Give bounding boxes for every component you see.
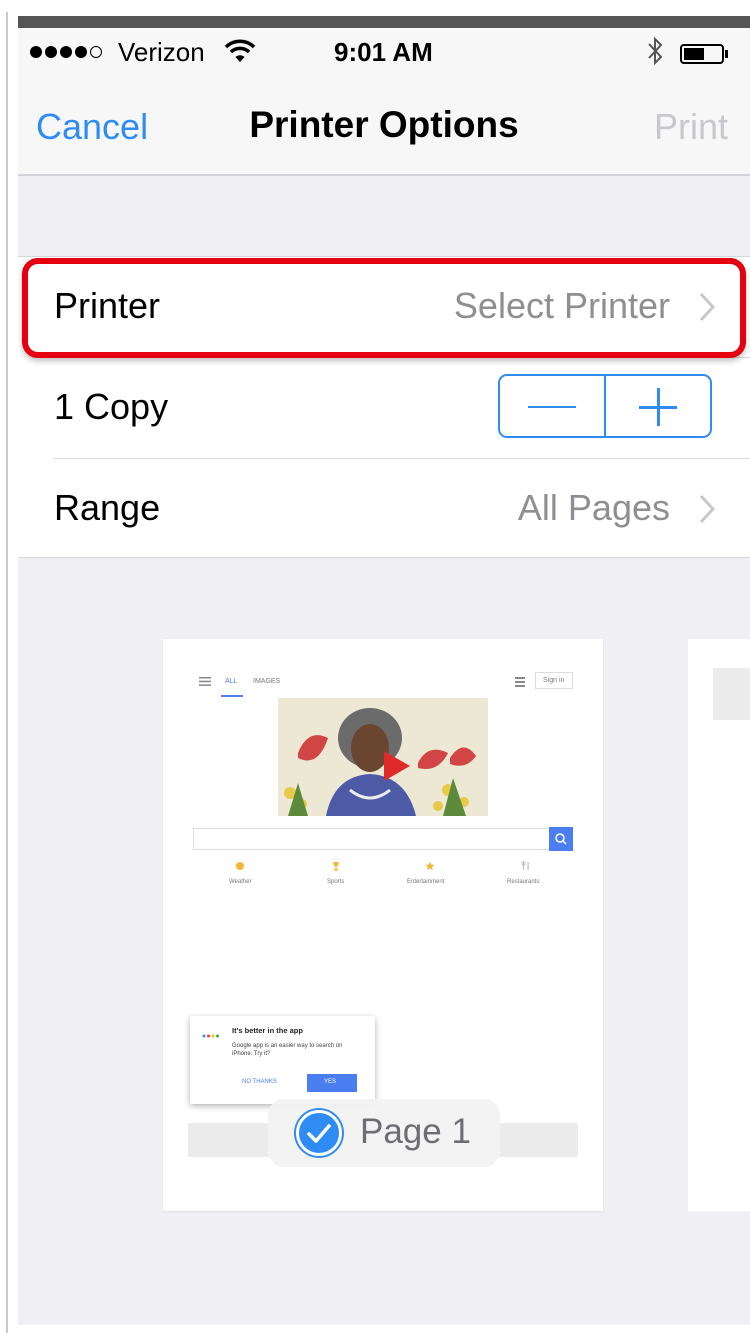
trophy-icon [333,862,339,871]
search-icon [555,833,567,845]
bluetooth-icon [648,36,663,66]
google-dots-icon [202,1034,219,1038]
printer-row-highlight [22,258,746,358]
range-value: All Pages [517,487,670,528]
popup-body: Google app is an easier way to search on… [232,1043,343,1057]
range-row[interactable]: Range All Pages [18,459,750,559]
tab-indicator [221,695,243,697]
app-promo-popup: It's better in the app Google app is an … [190,1016,375,1104]
page-selection-pill[interactable]: Page 1 [268,1099,500,1167]
mini-tab-images: IMAGES [253,678,281,685]
signal-strength-icon [30,46,102,58]
top-bar [18,16,750,28]
mini-sign-in-button: Sign in [535,672,573,689]
range-label: Range [54,487,161,528]
checkmark-circle-icon [296,1110,342,1156]
mini-search-field [193,828,549,850]
status-time: 9:01 AM [334,37,433,67]
next-page-preview[interactable] [688,639,750,1211]
phone-screen: Verizon 9:01 AM Printer Options Cancel P… [18,28,750,1325]
frame-border [6,12,8,1333]
doodle-image [278,698,488,816]
shortcut-sports: Sports [327,879,345,885]
increment-button[interactable] [604,376,710,436]
restaurant-icon [521,861,529,870]
copies-label: 1 Copy [54,386,169,427]
battery-icon [680,44,728,64]
status-bar: Verizon 9:01 AM [18,28,750,80]
chevron-right-icon [699,494,716,524]
popup-yes-button: YES [307,1074,357,1092]
shortcut-restaurants: Restaurants [507,879,540,885]
shortcut-entertainment: Entertainment [407,879,445,885]
mini-tab-all: ALL [225,678,238,685]
page-number-label: Page 1 [360,1112,471,1151]
print-button[interactable]: Print [654,106,728,148]
star-icon [425,861,435,871]
wifi-icon [224,39,256,62]
apps-grid-icon [515,677,525,687]
screenshot-frame: Verizon 9:01 AM Printer Options Cancel P… [0,0,750,1333]
popup-no-thanks: NO THANKS [242,1079,277,1085]
hamburger-menu-icon [199,677,211,686]
minus-icon [528,406,576,408]
copies-stepper [498,374,712,438]
carrier-name: Verizon [118,37,205,67]
cancel-button[interactable]: Cancel [36,106,148,148]
weather-icon [236,862,244,870]
copies-row: 1 Copy [18,358,750,458]
popup-title: It's better in the app [232,1026,303,1035]
decrement-button[interactable] [500,376,604,436]
navigation-bar: Printer Options Cancel Print [18,80,750,176]
mini-search-button [549,827,573,851]
shortcut-weather: Weather [229,879,252,885]
